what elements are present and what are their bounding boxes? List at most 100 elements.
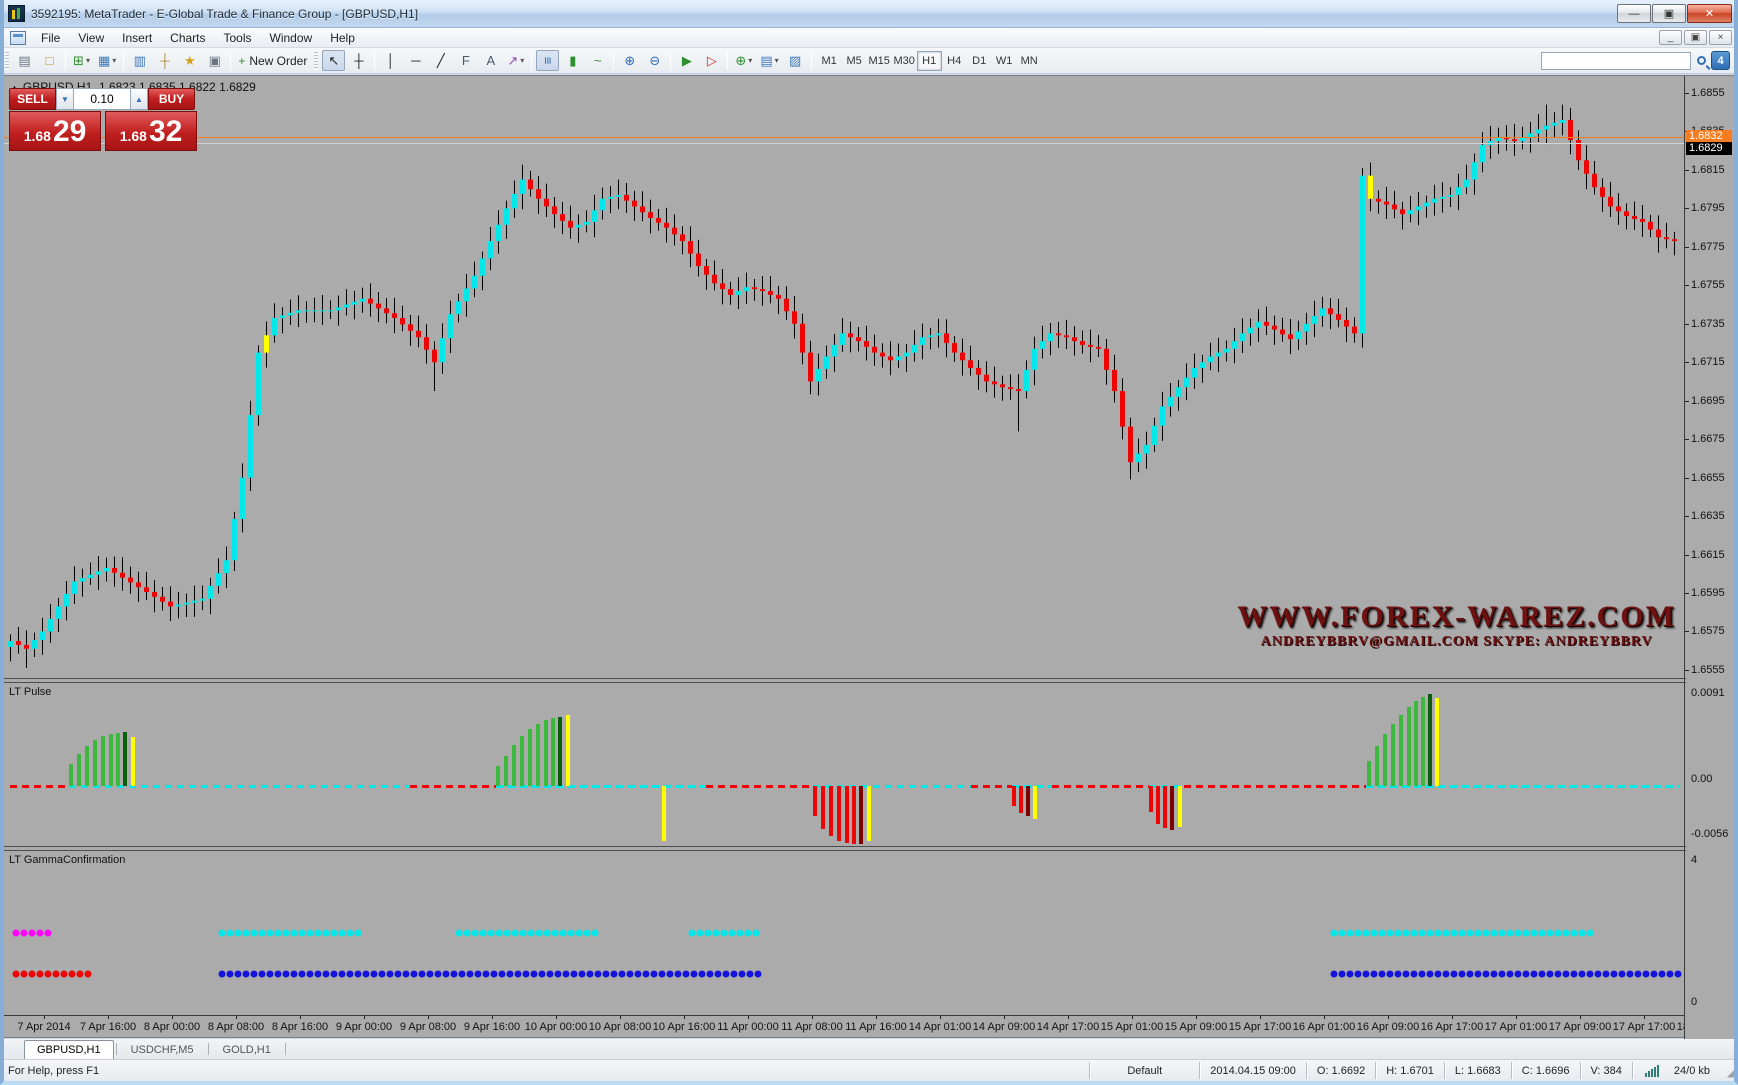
price-tick-label: 1.6775 xyxy=(1691,241,1725,253)
timeframe-m30[interactable]: M30 xyxy=(892,51,917,71)
fibonacci-button[interactable]: F xyxy=(454,50,477,71)
gamma-dot xyxy=(291,930,298,937)
cursor-button[interactable]: ↖ xyxy=(322,50,345,71)
panel-separator[interactable] xyxy=(4,846,1686,851)
periods-icon: ▤ xyxy=(760,54,772,67)
timeframe-m1[interactable]: M1 xyxy=(817,51,842,71)
gamma-dot xyxy=(371,971,378,978)
price-tick-label: 1.6795 xyxy=(1691,202,1725,214)
favorites-button[interactable]: ★ xyxy=(178,50,201,71)
restore-button[interactable]: ▣ xyxy=(1652,4,1686,23)
gamma-dot xyxy=(227,971,234,978)
main-price-panel[interactable]: ▲GBPUSD,H1 1.6823 1.6835 1.6822 1.6829 S… xyxy=(4,76,1686,678)
gamma-dot xyxy=(1571,971,1578,978)
gamma-dots xyxy=(4,851,1686,1014)
periods-button[interactable]: ▤▾ xyxy=(757,50,781,71)
tab-gbpusd-h1[interactable]: GBPUSD,H1 xyxy=(24,1040,114,1059)
timeframe-m5[interactable]: M5 xyxy=(842,51,867,71)
community-badge[interactable]: 4 xyxy=(1711,51,1730,70)
arrows-button[interactable]: ↗▾ xyxy=(504,50,527,71)
timeframe-m15[interactable]: M15 xyxy=(867,51,892,71)
gamma-dot xyxy=(697,930,704,937)
indicators-button[interactable]: ⊕▾ xyxy=(732,50,755,71)
timeframe-mn[interactable]: MN xyxy=(1017,51,1042,71)
navigator-button[interactable]: ┼ xyxy=(153,50,176,71)
pulse-bar xyxy=(867,786,871,841)
gamma-dot xyxy=(395,971,402,978)
mdi-close-button[interactable]: × xyxy=(1709,30,1732,45)
menu-item-file[interactable]: File xyxy=(32,29,69,47)
sell-button[interactable]: SELL xyxy=(9,88,56,110)
pulse-bar xyxy=(1428,694,1432,786)
candle-body xyxy=(1120,391,1125,427)
crosshair-button[interactable]: ┼ xyxy=(347,50,370,71)
vertical-line-button[interactable]: │ xyxy=(379,50,402,71)
tab-gold-h1[interactable]: GOLD,H1 xyxy=(211,1041,283,1059)
bar-chart-button[interactable]: ≡ xyxy=(536,50,559,71)
sell-price[interactable]: 1.6829 xyxy=(9,111,101,151)
gamma-dot xyxy=(1435,971,1442,978)
market-watch-button[interactable]: ▥ xyxy=(128,50,151,71)
horizontal-line-icon: ─ xyxy=(411,54,420,67)
menu-item-window[interactable]: Window xyxy=(261,29,322,47)
tab-divider xyxy=(208,1043,209,1055)
timeframe-d1[interactable]: D1 xyxy=(967,51,992,71)
zoom-in-button[interactable]: ⊕ xyxy=(618,50,641,71)
plot-area[interactable]: ▲GBPUSD,H1 1.6823 1.6835 1.6822 1.6829 S… xyxy=(4,76,1686,1039)
gamma-dot xyxy=(29,930,36,937)
menu-item-charts[interactable]: Charts xyxy=(161,29,214,47)
price-axis[interactable]: 1.6832 1.6829 1.68551.68351.68151.67951.… xyxy=(1684,76,1734,1039)
print-button[interactable]: ▤ xyxy=(13,50,36,71)
timeframe-w1[interactable]: W1 xyxy=(992,51,1017,71)
candle-body xyxy=(176,605,181,607)
mdi-restore-button[interactable]: ▣ xyxy=(1684,30,1707,45)
time-tick-label: 17 Apr 09:00 xyxy=(1549,1021,1611,1033)
search-icon[interactable] xyxy=(1691,51,1711,71)
print-preview-button[interactable]: □ xyxy=(38,50,61,71)
profiles-button[interactable]: ▦▾ xyxy=(95,50,119,71)
panel-separator[interactable] xyxy=(4,678,1686,683)
volume-input[interactable] xyxy=(74,88,130,110)
time-axis[interactable]: 7 Apr 20147 Apr 16:008 Apr 00:008 Apr 08… xyxy=(4,1015,1686,1039)
chart-shift-button[interactable]: ▷ xyxy=(700,50,723,71)
templates-icon: ▨ xyxy=(789,54,801,67)
buy-button[interactable]: BUY xyxy=(148,88,195,110)
pulse-indicator-panel[interactable]: LT Pulse xyxy=(4,683,1686,846)
timeframe-h1[interactable]: H1 xyxy=(917,51,942,71)
candle-body xyxy=(1072,337,1077,341)
new-order-button[interactable]: +New Order xyxy=(235,50,310,71)
close-button[interactable]: ✕ xyxy=(1687,4,1732,23)
trendline-button[interactable]: ╱ xyxy=(429,50,452,71)
line-chart-button[interactable]: ~ xyxy=(586,50,609,71)
zoom-out-button[interactable]: ⊖ xyxy=(643,50,666,71)
toolbar-drag-handle[interactable] xyxy=(314,52,318,70)
minimize-button[interactable]: — xyxy=(1617,4,1651,23)
candle-body xyxy=(352,302,357,305)
resize-grip[interactable]: ◢ xyxy=(1720,1063,1736,1079)
mdi-minimize-button[interactable]: _ xyxy=(1659,30,1682,45)
menu-item-view[interactable]: View xyxy=(69,29,113,47)
templates-button[interactable]: ▨ xyxy=(784,50,807,71)
gamma-dot xyxy=(347,930,354,937)
menu-item-insert[interactable]: Insert xyxy=(113,29,161,47)
auto-scroll-button[interactable]: ▶ xyxy=(675,50,698,71)
volume-down-button[interactable]: ▼ xyxy=(56,88,74,110)
buy-price[interactable]: 1.6832 xyxy=(105,111,197,151)
gamma-dot xyxy=(1491,930,1498,937)
toolbar-drag-handle[interactable] xyxy=(5,52,9,70)
price-tick-label: 1.6635 xyxy=(1691,510,1725,522)
menu-item-help[interactable]: Help xyxy=(321,29,364,47)
horizontal-line-button[interactable]: ─ xyxy=(404,50,427,71)
timeframe-h4[interactable]: H4 xyxy=(942,51,967,71)
candlestick-chart-button[interactable]: ▮ xyxy=(561,50,584,71)
text-button[interactable]: A xyxy=(479,50,502,71)
terminal-button[interactable]: ▣ xyxy=(203,50,226,71)
volume-up-button[interactable]: ▲ xyxy=(130,88,148,110)
new-chart-button[interactable]: ⊞▾ xyxy=(70,50,93,71)
candle-body xyxy=(1048,333,1053,341)
tab-usdchf-m5[interactable]: USDCHF,M5 xyxy=(119,1041,206,1059)
search-input[interactable] xyxy=(1541,52,1691,70)
gamma-indicator-panel[interactable]: LT GammaConfirmation xyxy=(4,851,1686,1014)
candle-body xyxy=(1328,308,1333,314)
menu-item-tools[interactable]: Tools xyxy=(215,29,261,47)
